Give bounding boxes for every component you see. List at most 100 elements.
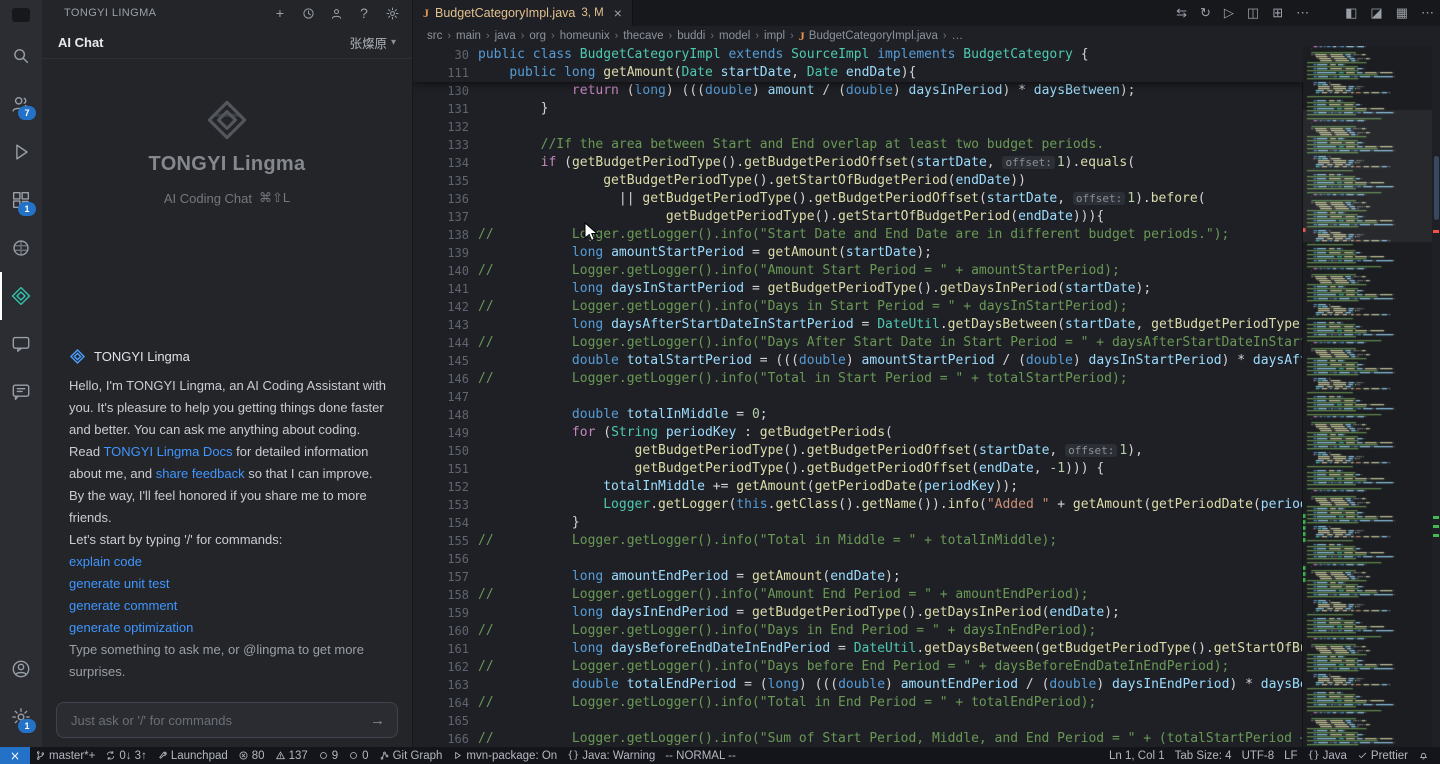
breadcrumb-separator: › xyxy=(710,30,714,42)
breadcrumb-item-src[interactable]: src xyxy=(427,30,442,42)
activity-lingma-item[interactable] xyxy=(0,272,42,320)
user-account-menu[interactable]: 张燦原 ▾ xyxy=(349,33,396,52)
line-number: 148 xyxy=(413,406,469,424)
window-more-icon[interactable]: ⋯ xyxy=(1421,5,1434,21)
status-git-sync[interactable]: 0↓ 3↑ xyxy=(100,747,152,764)
status-port-count[interactable]: 0 xyxy=(343,747,373,764)
activity-accounts-item[interactable]: 7 xyxy=(0,80,42,128)
new-chat-icon[interactable]: + xyxy=(272,5,288,21)
status-java-status[interactable]: {}Java: Warning xyxy=(562,747,660,764)
overview-ruler[interactable] xyxy=(1432,46,1440,747)
bell-icon xyxy=(1418,750,1429,761)
chat-input[interactable]: → xyxy=(56,702,398,738)
java-file-icon: J xyxy=(799,29,805,44)
breadcrumb-item-main[interactable]: main xyxy=(456,30,481,42)
activity-chat-item[interactable] xyxy=(0,320,42,368)
status-launchpad[interactable]: Launchpad xyxy=(152,747,233,764)
send-icon[interactable]: → xyxy=(370,712,385,729)
activity-settings-gear-item[interactable]: 1 xyxy=(0,693,42,741)
breadcrumb-item-thecave[interactable]: thecave xyxy=(623,30,663,42)
chevron-down-icon: ▾ xyxy=(391,37,396,48)
shortcut-key: ⇧ xyxy=(272,190,283,205)
account-icon xyxy=(10,658,32,680)
toggle-sidebar-icon[interactable]: ◧ xyxy=(1345,5,1357,21)
run-icon[interactable]: ▷ xyxy=(1224,5,1234,21)
chat-input-field[interactable] xyxy=(69,712,370,729)
status-problems-warnings[interactable]: 137 xyxy=(270,747,313,764)
history-icon xyxy=(301,6,316,21)
status-cursor-position[interactable]: Ln 1, Col 1 xyxy=(1104,747,1170,764)
activity-account-item[interactable] xyxy=(0,645,42,693)
breadcrumb-item-buddi[interactable]: buddi xyxy=(677,30,705,42)
help-icon[interactable]: ? xyxy=(356,5,372,21)
change-marker xyxy=(1433,534,1439,537)
shortcut-key: ⌘ xyxy=(259,190,272,205)
command-link-explain-code[interactable]: explain code xyxy=(69,551,387,573)
status-notifications-bell[interactable] xyxy=(1413,747,1434,764)
breadcrumb-item-[interactable]: … xyxy=(952,30,964,42)
badge: 7 xyxy=(18,106,36,120)
status-git-graph[interactable]: Git Graph xyxy=(374,747,448,764)
code-line: 162// Logger.getLogger().info("Days befo… xyxy=(413,658,1303,676)
app-menu-icon[interactable] xyxy=(12,8,30,22)
status-maven-task[interactable]: mvn-package: On xyxy=(447,747,562,764)
activity-search-item[interactable] xyxy=(0,32,42,80)
status-indentation[interactable]: Tab Size: 4 xyxy=(1170,747,1237,764)
activity-feedback-item[interactable] xyxy=(0,368,42,416)
status-problems-errors[interactable]: 80 xyxy=(233,747,270,764)
customize-layout-icon[interactable]: ▦ xyxy=(1396,5,1408,21)
line-number: 156 xyxy=(413,550,469,568)
status-formatter[interactable]: Prettier xyxy=(1352,747,1413,764)
error-icon xyxy=(238,750,249,761)
breadcrumb-item-budgetcategoryimpljava[interactable]: JBudgetCategoryImpl.java xyxy=(799,29,938,44)
command-link-generate-optimization[interactable]: generate optimization xyxy=(69,617,387,639)
more-actions-icon[interactable]: ⋯ xyxy=(1296,5,1309,21)
refresh-icon[interactable]: ↻ xyxy=(1200,5,1211,21)
open-changes-icon[interactable]: ⇆ xyxy=(1176,5,1187,21)
inline-link[interactable]: share feedback xyxy=(156,466,245,481)
code-line: 132 xyxy=(413,118,1303,136)
code-line: 166// Logger.getLogger().info("Sum of St… xyxy=(413,730,1303,747)
status-encoding[interactable]: UTF-8 xyxy=(1237,747,1280,764)
code-area[interactable]: 30public class BudgetCategoryImpl extend… xyxy=(413,46,1303,747)
split-editor-icon[interactable]: ◫ xyxy=(1247,5,1259,21)
status-git-branch[interactable]: master*+ xyxy=(30,747,100,764)
code-line: 155// Logger.getLogger().info("Total in … xyxy=(413,532,1303,550)
breadcrumb-item-org[interactable]: org xyxy=(529,30,546,42)
settings-icon[interactable] xyxy=(384,5,400,21)
toggle-panel-icon[interactable]: ◪ xyxy=(1370,5,1382,21)
lingma-branding: TONGYI Lingma AI Coding Chat ⌘⇧L xyxy=(42,97,412,206)
history-icon[interactable] xyxy=(300,5,316,21)
code-line: 135 getBudgetPeriodType().getStartOfBudg… xyxy=(413,172,1303,190)
grid-layout-icon[interactable]: ⊞ xyxy=(1272,5,1283,21)
status-eol[interactable]: LF xyxy=(1279,747,1302,764)
code-line: 143 long daysAfterStartDateInStartPeriod… xyxy=(413,316,1303,334)
lingma-logo-icon xyxy=(198,97,256,143)
command-link-generate-unit-test[interactable]: generate unit test xyxy=(69,573,387,595)
sync-icon xyxy=(105,750,116,761)
tab-bar: J BudgetCategoryImpl.java 3, M × ⇆ ↻ ▷ ◫ ⊞ ⋯ ◧… xyxy=(413,0,1440,26)
close-tab-icon[interactable]: × xyxy=(614,5,622,21)
remote-indicator[interactable] xyxy=(0,747,30,764)
status-vim-mode[interactable]: -- NORMAL -- xyxy=(660,747,740,764)
error-marker xyxy=(1433,230,1439,233)
activity-extensions-item[interactable]: 1 xyxy=(0,176,42,224)
line-number: 161 xyxy=(413,640,469,658)
breadcrumb-item-model[interactable]: model xyxy=(719,30,750,42)
profile-icon[interactable] xyxy=(328,5,344,21)
command-link-generate-comment[interactable]: generate comment xyxy=(69,595,387,617)
breadcrumb-item-homeunix[interactable]: homeunix xyxy=(560,30,610,42)
minimap[interactable] xyxy=(1302,46,1432,747)
code-viewport[interactable]: 30public class BudgetCategoryImpl extend… xyxy=(413,46,1440,747)
breadcrumb-item-impl[interactable]: impl xyxy=(764,30,785,42)
inline-link[interactable]: TONGYI Lingma Docs xyxy=(103,444,232,459)
tab-budgetcategoryimpl-java[interactable]: J BudgetCategoryImpl.java 3, M × xyxy=(413,0,633,26)
activity-run-debug-item[interactable] xyxy=(0,128,42,176)
code-line: 142// Logger.getLogger().info("Days in S… xyxy=(413,298,1303,316)
status-language-mode[interactable]: {}Java xyxy=(1303,747,1352,764)
breadcrumb-item-java[interactable]: java xyxy=(495,30,516,42)
code-lines: 130 return (long) (((double) amount / (d… xyxy=(413,82,1303,747)
scrollbar-thumb[interactable] xyxy=(1434,156,1439,220)
activity-remote-explorer-item[interactable] xyxy=(0,224,42,272)
status-notification-count[interactable]: 9 xyxy=(313,747,343,764)
